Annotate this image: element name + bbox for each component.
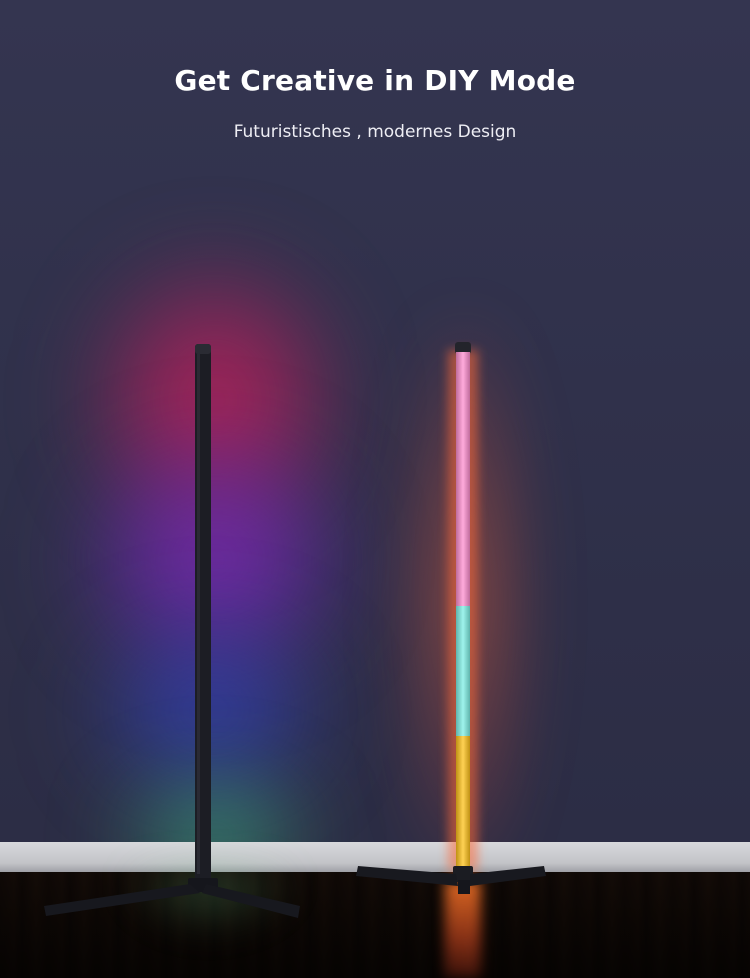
- left-lamp-highlight: [197, 354, 200, 874]
- right-lamp-tube-shading: [456, 352, 470, 868]
- product-photo: Get Creative in DIY Mode Futuristisches …: [0, 0, 750, 978]
- left-lamp-leg-right: [202, 884, 300, 918]
- lamps-illustration: [44, 342, 546, 918]
- right-corner-lamp: [356, 342, 546, 894]
- right-lamp-leg-front: [458, 880, 470, 894]
- right-lamp-leg-left: [356, 866, 458, 886]
- page-subtitle: Futuristisches , modernes Design: [233, 122, 517, 142]
- left-lamp-cap: [195, 344, 211, 354]
- left-corner-lamp: [44, 344, 300, 918]
- left-lamp-leg-left: [44, 884, 200, 916]
- page-title: Get Creative in DIY Mode: [174, 64, 576, 97]
- right-lamp-leg-right: [470, 866, 546, 886]
